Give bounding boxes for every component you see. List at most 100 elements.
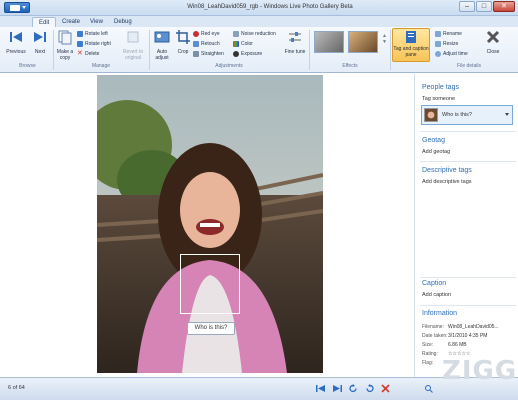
close-window-button[interactable]: ✕: [493, 1, 515, 12]
make-copy-button[interactable]: Make a copy: [55, 29, 75, 61]
fine-tune-button[interactable]: Fine tune: [284, 29, 306, 55]
straighten-button[interactable]: Straighten: [193, 51, 224, 57]
add-descriptive-tags-link[interactable]: Add descriptive tags: [422, 179, 472, 185]
browse-group-label: Browse: [19, 63, 36, 69]
auto-adjust-icon: [154, 31, 170, 43]
rotate-right-button[interactable]: Rotate right: [77, 41, 111, 47]
chevron-down-icon[interactable]: [505, 113, 509, 116]
color-button[interactable]: Color: [233, 41, 253, 47]
descriptive-tags-heading: Descriptive tags: [422, 167, 472, 174]
noise-reduction-label: Noise reduction: [241, 31, 276, 37]
close-photo-button[interactable]: Close: [483, 29, 503, 55]
next-photo-icon[interactable]: [333, 384, 342, 393]
tag-caption-icon: [406, 31, 416, 43]
rotate-left-icon: [77, 31, 83, 37]
info-row-date: Date taken: 3/1/2010 4:35 PM: [422, 333, 488, 339]
rotate-right-label: Rotate right: [85, 41, 111, 47]
next-label: Next: [34, 49, 46, 55]
previous-button[interactable]: Previous: [5, 29, 27, 55]
maximize-button[interactable]: □: [476, 1, 492, 12]
next-button[interactable]: Next: [30, 29, 50, 55]
delete-label: Delete: [85, 51, 100, 57]
red-eye-button[interactable]: Red eye: [193, 31, 220, 37]
app-menu-button[interactable]: [4, 2, 30, 13]
resize-button[interactable]: Resize: [435, 41, 458, 47]
color-icon: [233, 41, 239, 47]
ribbon-tabs: Edit Create View Debug: [0, 16, 518, 27]
caption-heading: Caption: [422, 280, 447, 287]
resize-label: Resize: [443, 41, 459, 47]
effect-thumbnail-bw[interactable]: [314, 31, 344, 53]
delete-button[interactable]: ✕ Delete: [77, 50, 100, 57]
crop-icon: [176, 30, 190, 44]
ribbon: Previous Next Browse Make a copy Rotate …: [0, 27, 518, 73]
rotate-left-label: Rotate left: [85, 31, 108, 37]
auto-adjust-label: Auto adjust: [155, 49, 169, 61]
effects-scroll-icon[interactable]: ▲ ▼: [382, 33, 387, 45]
rotate-right-icon: [77, 41, 83, 47]
tag-caption-pane-button[interactable]: Tag and caption pane: [392, 28, 430, 62]
fine-tune-label: Fine tune: [284, 49, 306, 55]
window-controls: – □ ✕: [459, 1, 515, 12]
delete-icon: ✕: [77, 50, 83, 57]
make-copy-label: Make a copy: [56, 49, 74, 61]
exposure-label: Exposure: [241, 51, 263, 57]
who-is-this-field[interactable]: Who is this?: [421, 105, 513, 125]
manage-group-label: Manage: [91, 63, 111, 69]
photo-counter: 6 of 64: [8, 385, 25, 391]
crop-button[interactable]: Crop: [175, 29, 191, 55]
zoom-icon[interactable]: [424, 384, 433, 393]
rename-icon: [435, 31, 441, 37]
revert-icon: [127, 31, 139, 43]
revert-label: Revert to original: [122, 49, 144, 61]
previous-photo-icon[interactable]: [316, 384, 325, 393]
tag-someone-link[interactable]: Tag someone: [422, 96, 455, 102]
noise-reduction-button[interactable]: Noise reduction: [233, 31, 276, 37]
add-geotag-link[interactable]: Add geotag: [422, 149, 450, 155]
crop-label: Crop: [177, 49, 189, 55]
minimize-button[interactable]: –: [459, 1, 475, 12]
file-details-group-label: File details: [457, 63, 481, 69]
red-eye-icon: [193, 31, 199, 37]
delete-icon[interactable]: [381, 384, 390, 393]
retouch-icon: [193, 41, 199, 47]
straighten-icon: [193, 51, 199, 57]
tab-view[interactable]: View: [84, 17, 109, 27]
rename-button[interactable]: Rename: [435, 31, 462, 37]
rotate-left-icon[interactable]: [349, 384, 358, 393]
noise-reduction-icon: [233, 31, 239, 37]
info-row-size: Size: 6.86 MB: [422, 342, 467, 348]
retouch-label: Retouch: [201, 41, 220, 47]
who-is-this-popup[interactable]: Who is this?: [187, 322, 235, 335]
geotag-heading: Geotag: [422, 137, 445, 144]
watermark-logo: ZIGG: [442, 356, 518, 386]
close-icon: [486, 30, 500, 44]
close-photo-label: Close: [486, 49, 500, 55]
adjust-time-label: Adjust time: [443, 51, 468, 57]
auto-adjust-button[interactable]: Auto adjust: [151, 29, 173, 61]
effects-group-label: Effects: [342, 63, 358, 69]
add-caption-link[interactable]: Add caption: [422, 292, 451, 298]
rotate-right-icon[interactable]: [365, 384, 374, 393]
retouch-button[interactable]: Retouch: [193, 41, 220, 47]
tab-debug[interactable]: Debug: [108, 17, 138, 27]
tag-caption-label: Tag and caption pane: [393, 46, 429, 58]
info-row-filename: Filename: Win08_LeahDavid05...: [422, 324, 499, 330]
copy-icon: [58, 30, 72, 45]
adjust-time-button[interactable]: Adjust time: [435, 51, 468, 57]
adjustments-group-label: Adjustments: [215, 63, 243, 69]
effect-thumbnail-sepia[interactable]: [348, 31, 378, 53]
face-detection-box[interactable]: [180, 254, 240, 314]
revert-button[interactable]: Revert to original: [120, 29, 146, 61]
title-bar: Win08_LeahDavid059_rgb - Windows Live Ph…: [0, 0, 518, 16]
exposure-button[interactable]: Exposure: [233, 51, 262, 57]
resize-icon: [435, 41, 441, 47]
tab-create[interactable]: Create: [56, 17, 86, 27]
rotate-left-button[interactable]: Rotate left: [77, 31, 108, 37]
red-eye-label: Red eye: [201, 31, 220, 37]
tab-edit[interactable]: Edit: [32, 17, 57, 27]
information-heading: Information: [422, 310, 458, 317]
person-avatar: [424, 108, 438, 122]
straighten-label: Straighten: [201, 51, 224, 57]
fine-tune-icon: [289, 32, 301, 42]
